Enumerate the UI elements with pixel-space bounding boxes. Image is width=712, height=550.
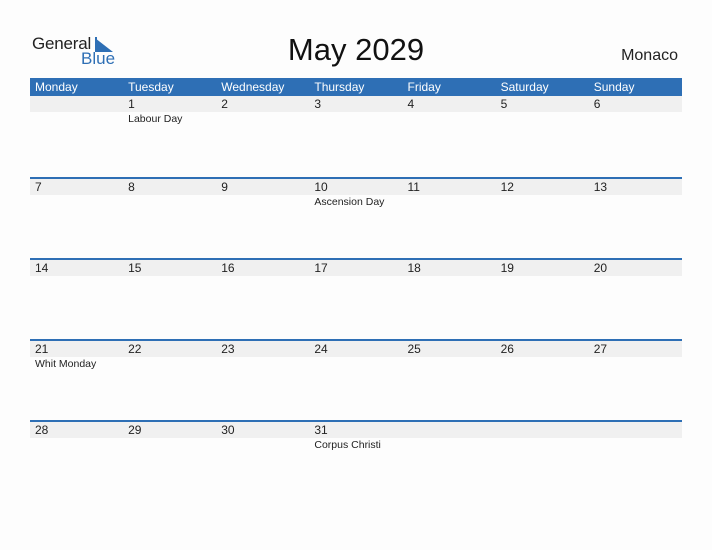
day-number: 6 — [593, 97, 601, 111]
week-cells: 21 Whit Monday 22 23 24 25 26 27 — [30, 341, 682, 371]
holiday-label: Corpus Christi — [314, 439, 381, 451]
day-number: 7 — [35, 180, 42, 194]
day-cell: 25 — [403, 341, 496, 371]
day-number: 29 — [128, 423, 142, 437]
day-cell: 9 — [216, 179, 309, 209]
day-cell — [30, 96, 123, 126]
day-cell: 15 — [123, 260, 216, 276]
day-number: 3 — [314, 97, 322, 111]
week-row: 1 Labour Day 2 3 4 5 6 — [30, 96, 682, 177]
day-cell: 21 Whit Monday — [30, 341, 123, 371]
week-row: 28 29 30 31 Corpus Christi — [30, 420, 682, 501]
weekday-tuesday: Tuesday — [128, 80, 174, 94]
day-number: 4 — [407, 97, 415, 111]
holiday-label: Whit Monday — [35, 358, 97, 370]
day-cell — [589, 422, 682, 452]
day-number: 31 — [314, 423, 328, 437]
day-number: 21 — [35, 342, 49, 356]
day-cell: 29 — [123, 422, 216, 452]
country-label: Monaco — [621, 47, 678, 64]
week-row: 21 Whit Monday 22 23 24 25 26 27 — [30, 339, 682, 420]
day-number — [501, 422, 589, 438]
day-cell: 8 — [123, 179, 216, 209]
weekday-thursday: Thursday — [314, 80, 365, 94]
weekday-friday: Friday — [407, 80, 441, 94]
day-cell — [496, 422, 589, 452]
weekday-header: Monday Tuesday Wednesday Thursday Friday… — [30, 78, 682, 96]
week-cells: 7 8 9 10 Ascension Day 11 12 13 — [30, 179, 682, 209]
day-number: 12 — [500, 180, 514, 194]
day-number: 18 — [407, 261, 421, 275]
day-number: 30 — [221, 423, 235, 437]
day-cell: 14 — [30, 260, 123, 276]
day-number: 13 — [593, 180, 608, 194]
day-number: 15 — [128, 261, 142, 275]
weekday-saturday: Saturday — [500, 80, 549, 94]
day-cell: 28 — [30, 422, 123, 452]
day-number: 23 — [221, 342, 235, 356]
day-cell: 11 — [403, 179, 496, 209]
day-number: 1 — [128, 97, 135, 111]
holiday-label: Ascension Day — [314, 196, 385, 208]
day-number: 5 — [500, 97, 508, 111]
day-cell: 31 Corpus Christi — [309, 422, 402, 452]
day-number: 16 — [221, 261, 235, 275]
day-cell: 20 — [589, 260, 682, 276]
day-cell: 7 — [30, 179, 123, 209]
holiday-label: Labour Day — [128, 113, 183, 125]
day-cell: 19 — [496, 260, 589, 276]
day-number: 10 — [314, 180, 328, 194]
day-number: 19 — [500, 261, 514, 275]
weekday-wednesday: Wednesday — [221, 80, 285, 94]
day-cell: 26 — [496, 341, 589, 371]
week-row: 14 15 16 17 18 19 20 — [30, 258, 682, 339]
day-number: 24 — [314, 342, 328, 356]
day-number: 9 — [221, 180, 228, 194]
day-cell: 4 — [403, 96, 496, 126]
week-cells: 14 15 16 17 18 19 20 — [30, 260, 682, 276]
day-cell: 2 — [216, 96, 309, 126]
day-cell: 1 Labour Day — [123, 96, 216, 126]
day-number: 14 — [35, 261, 49, 275]
day-number — [35, 96, 123, 112]
week-cells: 1 Labour Day 2 3 4 5 6 — [30, 96, 682, 126]
day-cell: 17 — [309, 260, 402, 276]
day-cell: 10 Ascension Day — [309, 179, 402, 209]
day-number: 26 — [500, 342, 514, 356]
page-title: May 2029 — [287, 32, 425, 67]
day-cell: 27 — [589, 341, 682, 371]
day-cell: 23 — [216, 341, 309, 371]
weekday-sunday: Sunday — [593, 80, 635, 94]
day-number: 2 — [221, 97, 228, 111]
day-cell: 24 — [309, 341, 402, 371]
day-number: 11 — [407, 180, 420, 194]
weeks-container: 1 Labour Day 2 3 4 5 6 7 8 9 10 Ascension Day 11 12 13… — [30, 96, 682, 501]
day-cell: 12 — [496, 179, 589, 209]
day-number: 17 — [314, 261, 328, 275]
day-cell: 13 — [589, 179, 682, 209]
day-cell: 6 — [589, 96, 682, 126]
day-number: 27 — [593, 342, 608, 356]
day-cell — [403, 422, 496, 452]
day-number: 28 — [35, 423, 49, 437]
day-number: 25 — [407, 342, 421, 356]
day-number — [594, 422, 682, 438]
day-cell: 30 — [216, 422, 309, 452]
calendar-grid: Monday Tuesday Wednesday Thursday Friday… — [30, 78, 682, 501]
day-cell: 18 — [403, 260, 496, 276]
day-number: 20 — [593, 261, 608, 275]
week-row: 7 8 9 10 Ascension Day 11 12 13 — [30, 177, 682, 258]
weekday-monday: Monday — [35, 80, 78, 94]
day-cell: 22 — [123, 341, 216, 371]
day-number: 8 — [128, 180, 135, 194]
day-number: 22 — [128, 342, 142, 356]
day-cell: 5 — [496, 96, 589, 126]
day-cell: 3 — [309, 96, 402, 126]
week-cells: 28 29 30 31 Corpus Christi — [30, 422, 682, 452]
day-number — [408, 422, 496, 438]
day-cell: 16 — [216, 260, 309, 276]
